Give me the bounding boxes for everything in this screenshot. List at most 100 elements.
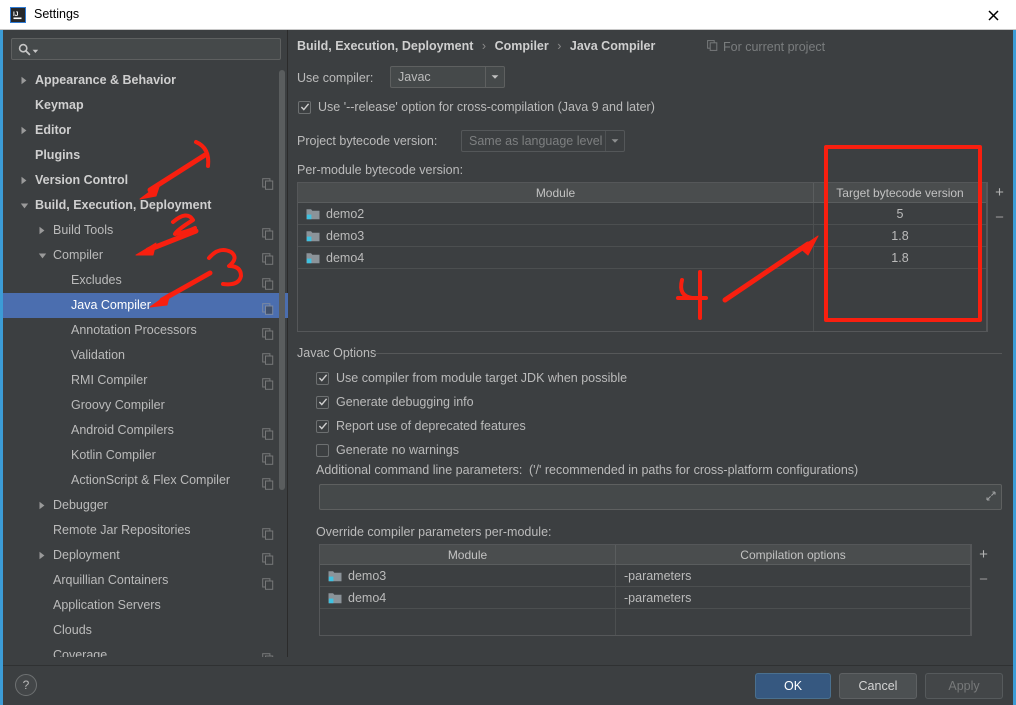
- table-row[interactable]: demo2 5: [298, 203, 986, 225]
- sidebar-item-appearance-behavior[interactable]: Appearance & Behavior: [3, 68, 288, 93]
- sidebar-item-clouds[interactable]: Clouds: [3, 618, 288, 643]
- copy-icon[interactable]: [262, 549, 274, 565]
- javac-option-row-3[interactable]: Generate no warnings: [316, 443, 459, 457]
- table-row[interactable]: demo3 1.8: [298, 225, 986, 247]
- checkbox-checked-icon[interactable]: [298, 100, 311, 114]
- chevron-right-icon[interactable]: [17, 168, 31, 193]
- chevron-right-icon[interactable]: [35, 543, 49, 568]
- copy-icon[interactable]: [262, 299, 274, 315]
- breadcrumb-item-0[interactable]: Build, Execution, Deployment: [297, 39, 473, 53]
- close-icon[interactable]: [980, 4, 1006, 26]
- copy-icon[interactable]: [262, 524, 274, 540]
- remove-override-button[interactable]: −: [975, 571, 993, 587]
- add-override-button[interactable]: +: [975, 546, 993, 562]
- search-input[interactable]: [42, 39, 278, 59]
- table-cell-options[interactable]: -parameters: [616, 587, 970, 608]
- per-module-bytecode-table[interactable]: Module Target bytecode version demo2 5 demo3…: [297, 182, 987, 332]
- chevron-right-icon[interactable]: [35, 218, 49, 243]
- release-option-checkbox-row[interactable]: Use '--release' option for cross-compila…: [298, 100, 655, 114]
- copy-icon[interactable]: [262, 449, 274, 465]
- table-cell-module[interactable]: demo3: [320, 565, 616, 586]
- cancel-button[interactable]: Cancel: [839, 673, 917, 699]
- sidebar-item-remote-jar-repositories[interactable]: Remote Jar Repositories: [3, 518, 288, 543]
- sidebar-item-arquillian-containers[interactable]: Arquillian Containers: [3, 568, 288, 593]
- copy-icon[interactable]: [262, 474, 274, 490]
- sidebar-item-rmi-compiler[interactable]: RMI Compiler: [3, 368, 288, 393]
- table-cell-value[interactable]: 1.8: [814, 225, 986, 246]
- sidebar-item-actionscript-flex-compiler[interactable]: ActionScript & Flex Compiler: [3, 468, 288, 493]
- column-header[interactable]: Module: [320, 545, 616, 564]
- javac-option-row-1[interactable]: Generate debugging info: [316, 395, 474, 409]
- sidebar-item-kotlin-compiler[interactable]: Kotlin Compiler: [3, 443, 288, 468]
- sidebar-item-groovy-compiler[interactable]: Groovy Compiler: [3, 393, 288, 418]
- apply-button[interactable]: Apply: [925, 673, 1003, 699]
- column-header[interactable]: Module: [298, 183, 814, 202]
- table-cell-module[interactable]: demo3: [298, 225, 814, 246]
- checkbox-checked-icon[interactable]: [316, 395, 329, 409]
- sidebar-item-annotation-processors[interactable]: Annotation Processors: [3, 318, 288, 343]
- remove-module-button[interactable]: −: [991, 209, 1009, 225]
- use-compiler-dropdown[interactable]: Javac: [390, 66, 505, 88]
- checkbox-checked-icon[interactable]: [316, 419, 329, 433]
- title-bar: IJ Settings: [0, 0, 1016, 30]
- column-header[interactable]: Compilation options: [616, 545, 970, 564]
- table-row[interactable]: demo3 -parameters: [320, 565, 970, 587]
- sidebar-item-plugins[interactable]: Plugins: [3, 143, 288, 168]
- checkbox-unchecked-icon[interactable]: [316, 443, 329, 457]
- sidebar-item-build-tools[interactable]: Build Tools: [3, 218, 288, 243]
- table-cell-options[interactable]: -parameters: [616, 565, 970, 586]
- table-cell-value[interactable]: 1.8: [814, 247, 986, 268]
- copy-icon[interactable]: [262, 224, 274, 240]
- sidebar-item-application-servers[interactable]: Application Servers: [3, 593, 288, 618]
- copy-icon[interactable]: [262, 249, 274, 265]
- table-cell-value[interactable]: 5: [814, 203, 986, 224]
- search-field[interactable]: [11, 38, 281, 60]
- copy-icon[interactable]: [262, 324, 274, 340]
- sidebar-item-keymap[interactable]: Keymap: [3, 93, 288, 118]
- ok-button[interactable]: OK: [755, 673, 831, 699]
- override-params-table[interactable]: Module Compilation options demo3 -parameter…: [319, 544, 971, 636]
- breadcrumb: Build, Execution, Deployment › Compiler …: [297, 39, 655, 53]
- chevron-down-icon[interactable]: [35, 243, 49, 268]
- copy-icon[interactable]: [262, 349, 274, 365]
- sidebar-item-build-execution-deployment[interactable]: Build, Execution, Deployment: [3, 193, 288, 218]
- chevron-right-icon[interactable]: [35, 493, 49, 518]
- table-cell-module[interactable]: demo2: [298, 203, 814, 224]
- sidebar-scrollbar[interactable]: [279, 70, 285, 490]
- table-cell-module[interactable]: demo4: [298, 247, 814, 268]
- project-bytecode-dropdown[interactable]: Same as language level: [461, 130, 625, 152]
- chevron-right-icon[interactable]: [17, 68, 31, 93]
- release-option-label: Use '--release' option for cross-compila…: [318, 100, 655, 114]
- sidebar-item-android-compilers[interactable]: Android Compilers: [3, 418, 288, 443]
- add-module-button[interactable]: +: [991, 184, 1009, 200]
- sidebar-item-debugger[interactable]: Debugger: [3, 493, 288, 518]
- javac-option-row-2[interactable]: Report use of deprecated features: [316, 419, 526, 433]
- additional-params-input[interactable]: [319, 484, 1002, 510]
- copy-icon[interactable]: [262, 574, 274, 590]
- sidebar-item-label: Deployment: [53, 548, 120, 562]
- sidebar-item-validation[interactable]: Validation: [3, 343, 288, 368]
- expand-icon[interactable]: [986, 491, 996, 504]
- sidebar-item-version-control[interactable]: Version Control: [3, 168, 288, 193]
- copy-icon[interactable]: [262, 174, 274, 190]
- settings-tree[interactable]: Appearance & Behavior Keymap Editor Plugins…: [3, 68, 288, 665]
- javac-option-row-0[interactable]: Use compiler from module target JDK when…: [316, 371, 627, 385]
- sidebar-item-editor[interactable]: Editor: [3, 118, 288, 143]
- table-row[interactable]: demo4 -parameters: [320, 587, 970, 609]
- copy-icon[interactable]: [262, 424, 274, 440]
- chevron-down-icon[interactable]: [17, 193, 31, 218]
- sidebar-item-java-compiler[interactable]: Java Compiler: [3, 293, 288, 318]
- table-cell-module[interactable]: demo4: [320, 587, 616, 608]
- copy-icon[interactable]: [262, 374, 274, 390]
- sidebar-bottom-fade: [3, 657, 288, 665]
- sidebar-item-compiler[interactable]: Compiler: [3, 243, 288, 268]
- help-button[interactable]: ?: [15, 674, 37, 696]
- chevron-right-icon[interactable]: [17, 118, 31, 143]
- checkbox-checked-icon[interactable]: [316, 371, 329, 385]
- sidebar-item-deployment[interactable]: Deployment: [3, 543, 288, 568]
- column-header[interactable]: Target bytecode version: [814, 183, 986, 202]
- copy-icon[interactable]: [262, 274, 274, 290]
- sidebar-item-excludes[interactable]: Excludes: [3, 268, 288, 293]
- breadcrumb-item-1[interactable]: Compiler: [495, 39, 549, 53]
- table-row[interactable]: demo4 1.8: [298, 247, 986, 269]
